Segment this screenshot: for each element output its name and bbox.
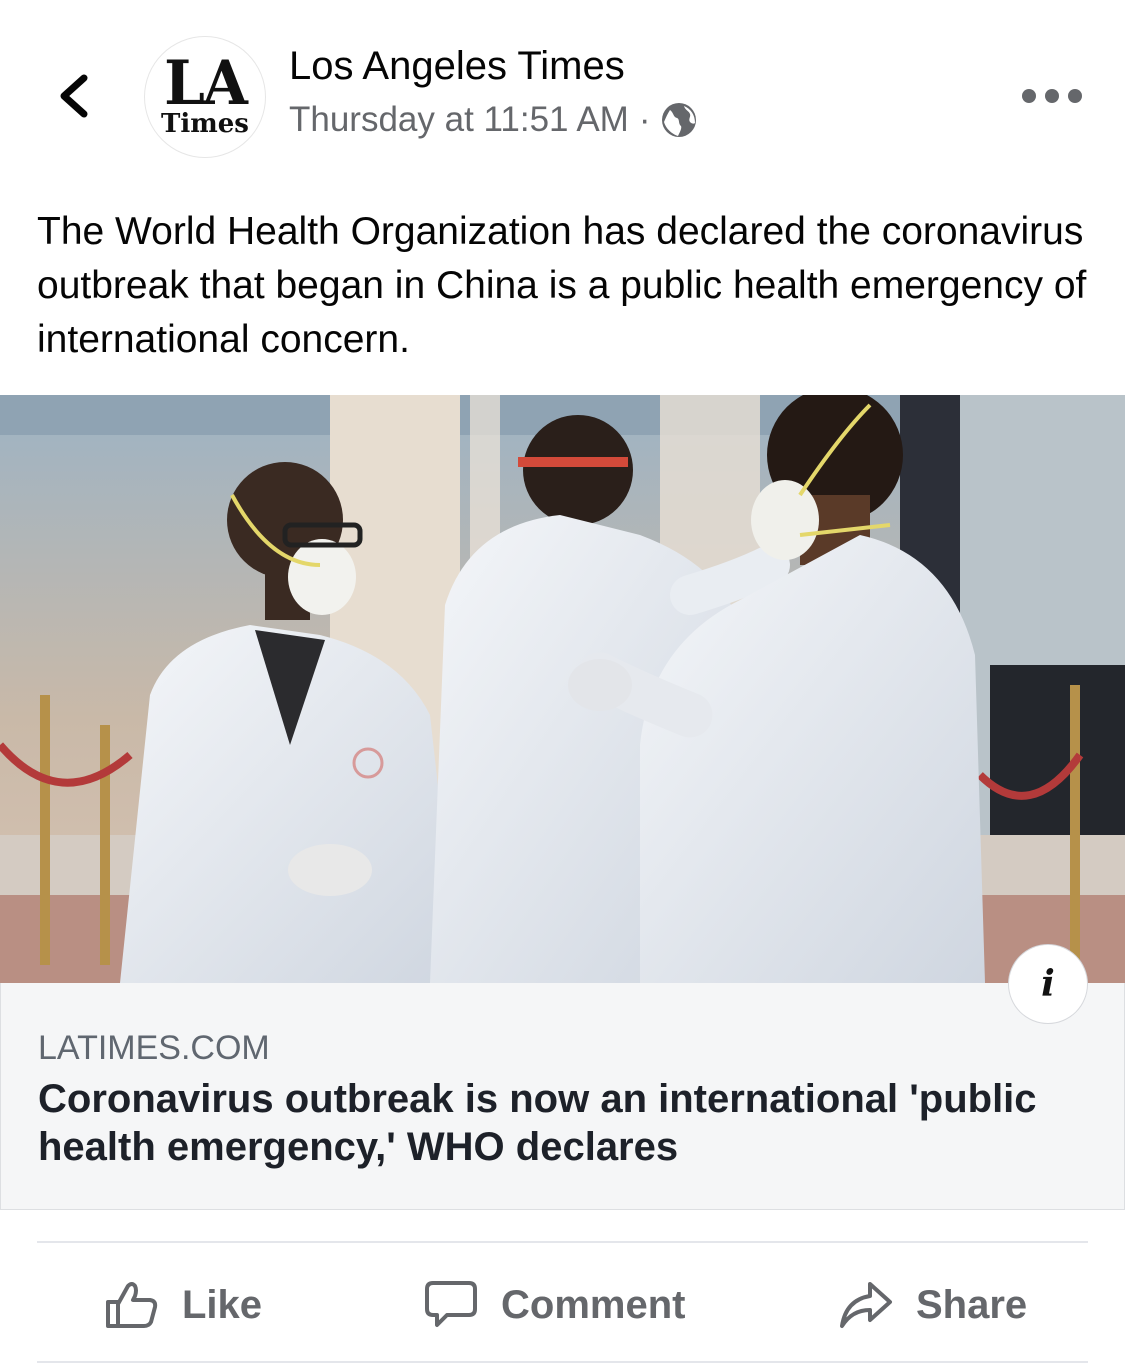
share-label: Share [916,1282,1028,1327]
chevron-left-icon [60,74,88,118]
more-dot-icon [1045,89,1059,103]
link-preview-card[interactable]: LATIMES.COM Coronavirus outbreak is now … [0,983,1125,1210]
link-domain: LATIMES.COM [38,1029,270,1067]
divider [37,1241,1088,1243]
post-text: The World Health Organization has declar… [37,210,1087,361]
thumbs-up-icon [106,1282,158,1328]
more-options-button[interactable] [1022,80,1082,112]
like-label: Like [182,1282,263,1327]
comment-icon [425,1281,477,1327]
action-bar: Like Comment Share [0,1262,1125,1348]
info-button[interactable]: i [1009,945,1087,1023]
more-dot-icon [1068,89,1082,103]
comment-label: Comment [501,1282,686,1327]
divider [37,1361,1088,1363]
link-headline: Coronavirus outbreak is now an internati… [38,1077,1037,1169]
back-button[interactable] [48,66,98,126]
comment-button[interactable]: Comment [423,1262,685,1348]
more-dot-icon [1022,89,1036,103]
meta-separator: · [638,100,651,139]
globe-icon [662,103,697,137]
page-name[interactable]: Los Angeles Times [289,44,625,89]
page-avatar[interactable]: LA Times [145,37,265,157]
share-arrow-icon [840,1282,892,1328]
post-header: LA Times Los Angeles Times Thursday at 1… [0,0,1125,170]
post-photo[interactable] [0,395,1125,983]
like-button[interactable]: Like [104,1262,262,1348]
health-workers-photo [0,395,1125,983]
post-timestamp[interactable]: Thursday at 11:51 AM [289,100,629,140]
avatar-logo-la: LA [164,47,248,119]
post-meta: Thursday at 11:51 AM · [289,100,698,140]
share-button[interactable]: Share [838,1262,1027,1348]
